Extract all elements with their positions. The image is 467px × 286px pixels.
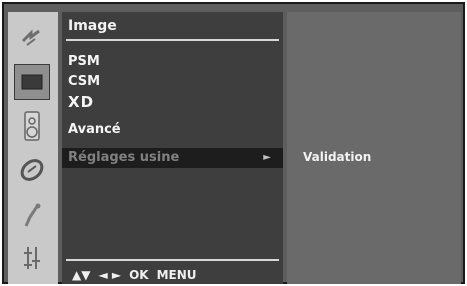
menu-item-avance[interactable]: Avancé xyxy=(68,120,278,140)
up-down-arrows-icon: ▲▼ xyxy=(72,268,91,282)
left-right-arrows-icon: ◄ ► xyxy=(98,268,122,282)
menu-item-csm[interactable]: CSM xyxy=(68,72,278,92)
menu-label: MENU xyxy=(156,268,197,282)
title-divider xyxy=(66,39,279,41)
menu-item-psm[interactable]: PSM xyxy=(68,52,278,72)
station-icon[interactable] xyxy=(14,20,50,56)
menu-item-xd[interactable]: XD xyxy=(68,92,278,112)
image-menu: Image PSM CSM XD Avancé Réglages usine ►… xyxy=(62,12,283,284)
sound-icon[interactable] xyxy=(14,108,50,144)
menu-item-reglages-usine-label: Réglages usine xyxy=(68,150,180,165)
special-icon[interactable] xyxy=(14,198,50,234)
picture-icon[interactable] xyxy=(14,64,50,100)
footer-divider xyxy=(66,259,279,261)
menu-title: Image xyxy=(68,18,117,34)
osd-frame: Image PSM CSM XD Avancé Réglages usine ►… xyxy=(2,2,465,284)
menu-item-reglages-usine[interactable]: Réglages usine ► xyxy=(62,148,283,168)
icon-sidebar xyxy=(8,12,58,284)
ok-label: OK xyxy=(129,268,149,282)
setup-icon[interactable] xyxy=(14,240,50,276)
time-icon[interactable] xyxy=(14,152,50,188)
nav-hint: ▲▼ ◄ ► OK MENU xyxy=(72,268,197,282)
submenu-panel: Validation xyxy=(287,12,461,284)
right-arrow-icon: ► xyxy=(263,152,271,163)
validation-option[interactable]: Validation xyxy=(303,150,371,164)
